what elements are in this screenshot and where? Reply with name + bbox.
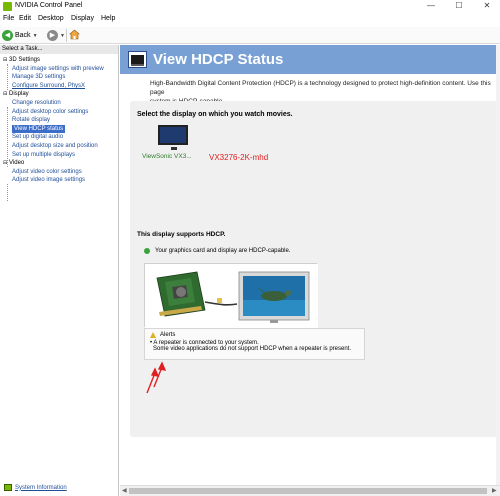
maximize-button[interactable]: ☐ [448,0,470,13]
back-button[interactable]: ◀ Back ▼ [2,29,38,42]
menu-bar: File Edit Desktop Display Help [0,14,500,25]
arrowhead-icon [150,367,160,377]
back-label: Back [15,32,31,39]
arrow-left-icon: ◀ [2,30,13,41]
menu-display[interactable]: Display [71,15,94,22]
warning-icon [150,332,156,338]
tree-item-view-hdcp-status[interactable]: View HDCP status [12,124,66,134]
scroll-right-icon[interactable]: ▶ [492,487,497,494]
tree-connector [7,64,8,90]
hdcp-illustration [144,263,318,328]
tree-item-adjust-desktop-size[interactable]: Adjust desktop size and position [12,142,98,151]
menu-help[interactable]: Help [101,15,115,22]
system-information-link[interactable]: System Information [4,484,67,491]
tree-item-adjust-desktop-color[interactable]: Adjust desktop color settings [12,108,88,117]
vertical-scrollbar[interactable] [496,45,500,485]
tree-item-adjust-video-color[interactable]: Adjust video color settings [12,168,82,177]
nvidia-logo-icon [3,2,12,11]
home-icon [69,29,80,40]
window-title: NVIDIA Control Panel [15,2,83,9]
hdcp-panel: Select the display on which you watch mo… [130,101,500,437]
tree-item-adjust-video-image[interactable]: Adjust video image settings [12,176,85,185]
display-tile[interactable] [158,125,188,150]
tree-item-set-up-digital-audio[interactable]: Set up digital audio [12,133,63,142]
tree-category-video[interactable]: ⊟ Video [3,159,24,168]
alerts-title: Alerts [150,332,359,338]
hdcp-support-heading: This display supports HDCP. [137,231,226,238]
check-icon [144,248,150,254]
alert-line: Some video applications do not support H… [153,346,352,352]
close-button[interactable]: ✕ [476,0,498,13]
home-button[interactable] [66,29,80,42]
scroll-thumb[interactable] [129,488,487,494]
arrow-right-icon: ▶ [47,30,58,41]
title-bar: NVIDIA Control Panel — ☐ ✕ [0,0,500,13]
display-name-label[interactable]: ViewSonic VX3... [142,153,192,160]
minimize-button[interactable]: — [420,0,442,13]
horizontal-scrollbar[interactable]: ◀ ▶ [120,485,500,496]
toolbar: ◀ Back ▼ ▶ ▼ [0,27,500,44]
monitor-icon [128,51,147,68]
annotation-arrows [146,361,167,394]
tree-item-adjust-image-settings[interactable]: Adjust image settings with preview [12,65,104,74]
tree-category-display[interactable]: ⊟ Display [3,90,29,99]
forward-button[interactable]: ▶ ▼ [47,30,65,41]
scroll-left-icon[interactable]: ◀ [122,487,127,494]
alerts-box: Alerts • A repeater is connected to your… [144,328,365,360]
tv-display-icon [238,271,310,323]
display-monitor-icon [158,125,188,150]
menu-file[interactable]: File [3,15,14,22]
page-title: View HDCP Status [153,51,284,68]
tree-item-set-up-multiple-displays[interactable]: Set up multiple displays [12,151,75,160]
system-info-icon [4,484,12,491]
chevron-down-icon[interactable]: ▼ [33,33,38,39]
page-banner: View HDCP Status [120,45,500,74]
tree-connector [7,184,8,201]
task-header: Select a Task... [0,45,118,54]
tree-item-configure-surround[interactable]: Configure Surround, PhysX [12,82,85,91]
tree-item-rotate-display[interactable]: Rotate display [12,116,50,125]
select-display-heading: Select the display on which you watch mo… [137,111,293,118]
tree-category-3d-settings[interactable]: ⊟ 3D Settings [3,56,40,65]
tree-item-manage-3d-settings[interactable]: Manage 3D settings [12,73,65,82]
tree-item-change-resolution[interactable]: Change resolution [12,99,61,108]
menu-desktop[interactable]: Desktop [38,15,64,22]
content-pane: View HDCP Status High-Bandwidth Digital … [120,45,500,496]
graphics-card-to-display-image [145,264,318,328]
graphics-card-icon [156,271,206,317]
hdcp-capable-status: Your graphics card and display are HDCP-… [144,248,291,254]
tree-connector [7,107,8,167]
model-annotation: VX3276-2K-mhd [209,153,269,162]
task-pane: Select a Task... ⊟ 3D Settings Adjust ima… [0,45,119,496]
menu-edit[interactable]: Edit [19,15,31,22]
arrowhead-icon [157,361,167,371]
chevron-down-icon[interactable]: ▼ [60,33,65,39]
